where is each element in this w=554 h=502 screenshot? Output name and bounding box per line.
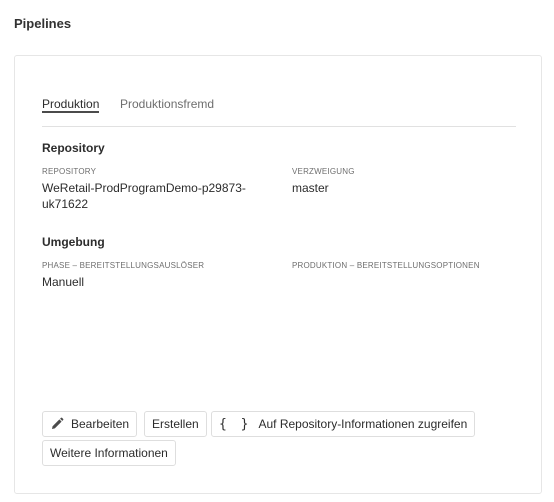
curly-braces-icon: { } [219,416,252,432]
deploy-trigger-label: PHASE – BEREITSTELLUNGSAUSLÖSER [42,261,205,270]
repository-value-line1: WeRetail-ProdProgramDemo-p29873- [42,181,246,195]
branch-label: VERZWEIGUNG [292,167,355,176]
repository-value: WeRetail-ProdProgramDemo-p29873- uk71622 [42,180,246,212]
more-info-button[interactable]: Weitere Informationen [42,440,176,466]
repository-section-title: Repository [42,141,105,155]
create-button-label: Erstellen [152,417,199,431]
tab-produktion[interactable]: Produktion [42,97,100,113]
repository-label: REPOSITORY [42,167,97,176]
branch-value: master [292,181,329,195]
pipeline-tabs: Produktion Produktionsfremd [42,96,516,127]
repository-value-line2: uk71622 [42,197,89,211]
repository-info-button[interactable]: { } Auf Repository-Informationen zugreif… [211,411,476,437]
edit-button-label: Bearbeiten [71,417,130,431]
pipeline-card: Produktion Produktionsfremd Repository R… [14,55,542,494]
environment-section-title: Umgebung [42,235,105,249]
active-tab-indicator [42,111,99,113]
deploy-trigger-value: Manuell [42,275,85,289]
repository-info-button-label: Auf Repository-Informationen zugreifen [258,417,468,431]
tab-produktion-label: Produktion [42,97,100,111]
page-title: Pipelines [14,16,72,31]
tab-produktionsfremd-label: Produktionsfremd [120,97,215,111]
deploy-options-label: PRODUKTION – BEREITSTELLUNGSOPTIONEN [292,261,480,270]
edit-button[interactable]: Bearbeiten [42,411,138,437]
pencil-icon [50,417,64,431]
tab-produktionsfremd[interactable]: Produktionsfremd [120,97,214,111]
more-info-button-label: Weitere Informationen [50,446,168,460]
create-button[interactable]: Erstellen [144,411,207,437]
